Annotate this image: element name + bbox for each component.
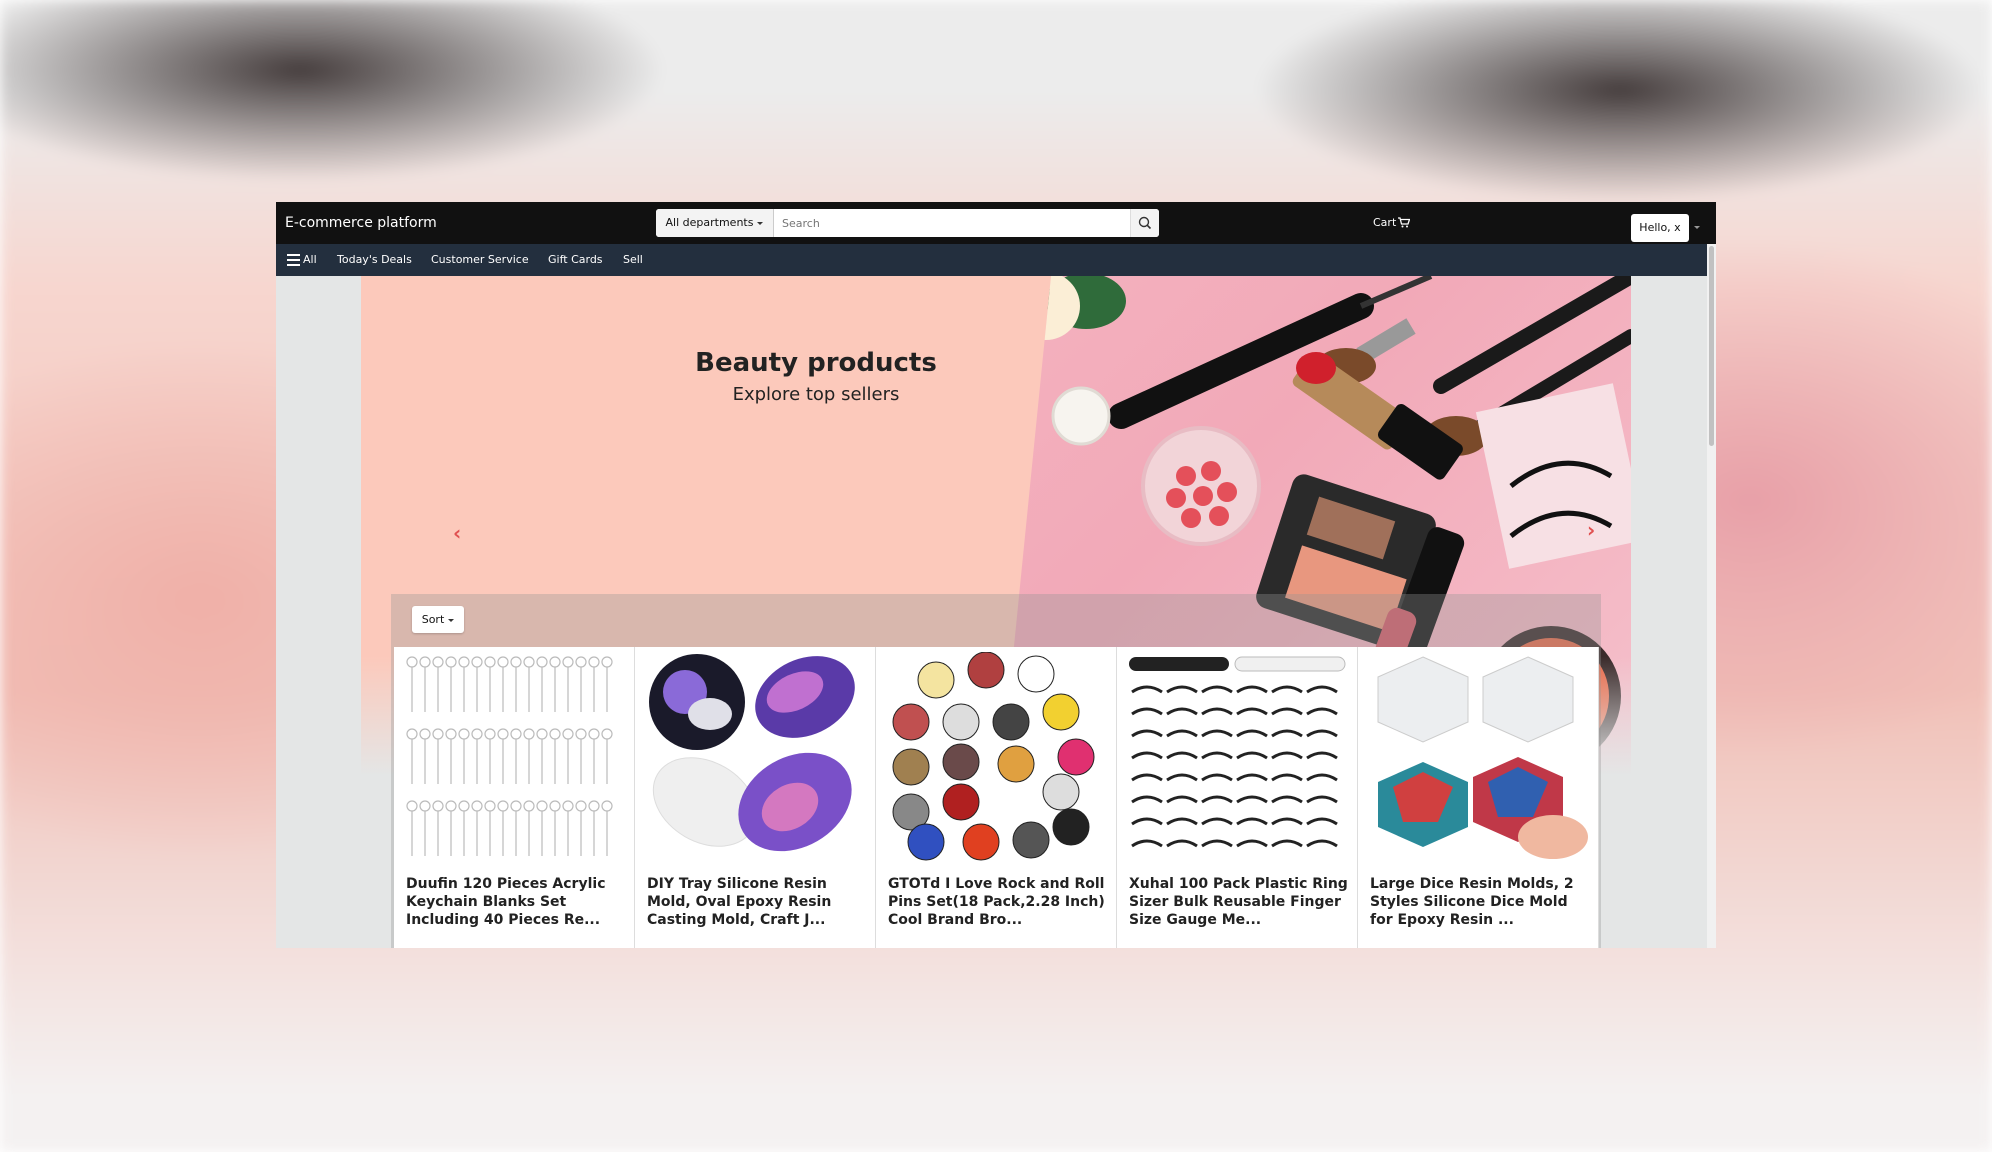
nav-customer-service[interactable]: Customer Service: [431, 253, 529, 266]
product-card[interactable]: GTOTd I Love Rock and Roll Pins Set(18 P…: [876, 647, 1117, 948]
sort-dropdown[interactable]: Sort: [412, 606, 464, 633]
product-title[interactable]: DIY Tray Silicone Resin Mold, Oval Epoxy…: [647, 875, 867, 929]
hero-subtitle: Explore top sellers: [732, 384, 900, 405]
page-scrollbar-thumb[interactable]: [1709, 246, 1714, 446]
product-card[interactable]: DIY Tray Silicone Resin Mold, Oval Epoxy…: [635, 647, 876, 948]
results-panel: Sort Duufin 120 Pieces Acrylic Keychain …: [391, 594, 1601, 948]
hero-title: Beauty products: [695, 348, 937, 378]
product-card[interactable]: Large Dice Resin Molds, 2 Styles Silicon…: [1358, 647, 1599, 948]
nav-bar: All Today's Deals Customer Service Gift …: [276, 244, 1716, 276]
carousel-next-icon[interactable]: ›: [1587, 518, 1595, 542]
department-label: All departments: [665, 216, 754, 229]
cart-icon: [1398, 217, 1411, 228]
product-card[interactable]: Duufin 120 Pieces Acrylic Keychain Blank…: [394, 647, 635, 948]
cart-link[interactable]: Cart: [1373, 216, 1411, 229]
nav-gift-cards[interactable]: Gift Cards: [548, 253, 603, 266]
search-button[interactable]: [1130, 209, 1159, 237]
product-title[interactable]: Duufin 120 Pieces Acrylic Keychain Blank…: [406, 875, 626, 929]
account-caret-icon[interactable]: [1694, 226, 1700, 229]
browser-viewport: E-commerce platform All departments Cart…: [276, 202, 1716, 948]
carousel-prev-icon[interactable]: ‹: [453, 521, 461, 545]
nav-sell[interactable]: Sell: [623, 253, 643, 266]
search-input[interactable]: [774, 209, 1124, 237]
product-image-rock-pins[interactable]: [886, 652, 1106, 862]
nav-all[interactable]: All: [303, 253, 317, 266]
product-image-dice-molds[interactable]: [1368, 652, 1588, 862]
product-card[interactable]: Xuhal 100 Pack Plastic Ring Sizer Bulk R…: [1117, 647, 1358, 948]
sort-label: Sort: [421, 613, 445, 626]
menu-icon[interactable]: [287, 254, 300, 269]
caret-down-icon: [757, 221, 764, 225]
caret-down-icon: [448, 618, 455, 622]
product-grid: Duufin 120 Pieces Acrylic Keychain Blank…: [394, 647, 1601, 948]
nav-todays-deals[interactable]: Today's Deals: [337, 253, 412, 266]
account-button[interactable]: Hello, x: [1631, 214, 1689, 242]
top-header: E-commerce platform All departments Cart…: [276, 202, 1716, 244]
cart-label: Cart: [1373, 216, 1397, 229]
brand-logo[interactable]: E-commerce platform: [285, 215, 437, 231]
search-icon: [1138, 216, 1152, 230]
search-bar: All departments: [656, 209, 1159, 237]
product-title[interactable]: Large Dice Resin Molds, 2 Styles Silicon…: [1370, 875, 1590, 929]
department-dropdown[interactable]: All departments: [656, 209, 774, 237]
product-title[interactable]: Xuhal 100 Pack Plastic Ring Sizer Bulk R…: [1129, 875, 1349, 929]
product-image-keychain-blanks[interactable]: [404, 652, 624, 862]
product-image-ring-sizers[interactable]: [1127, 652, 1347, 862]
product-image-resin-trays[interactable]: [645, 652, 865, 862]
product-title[interactable]: GTOTd I Love Rock and Roll Pins Set(18 P…: [888, 875, 1108, 929]
